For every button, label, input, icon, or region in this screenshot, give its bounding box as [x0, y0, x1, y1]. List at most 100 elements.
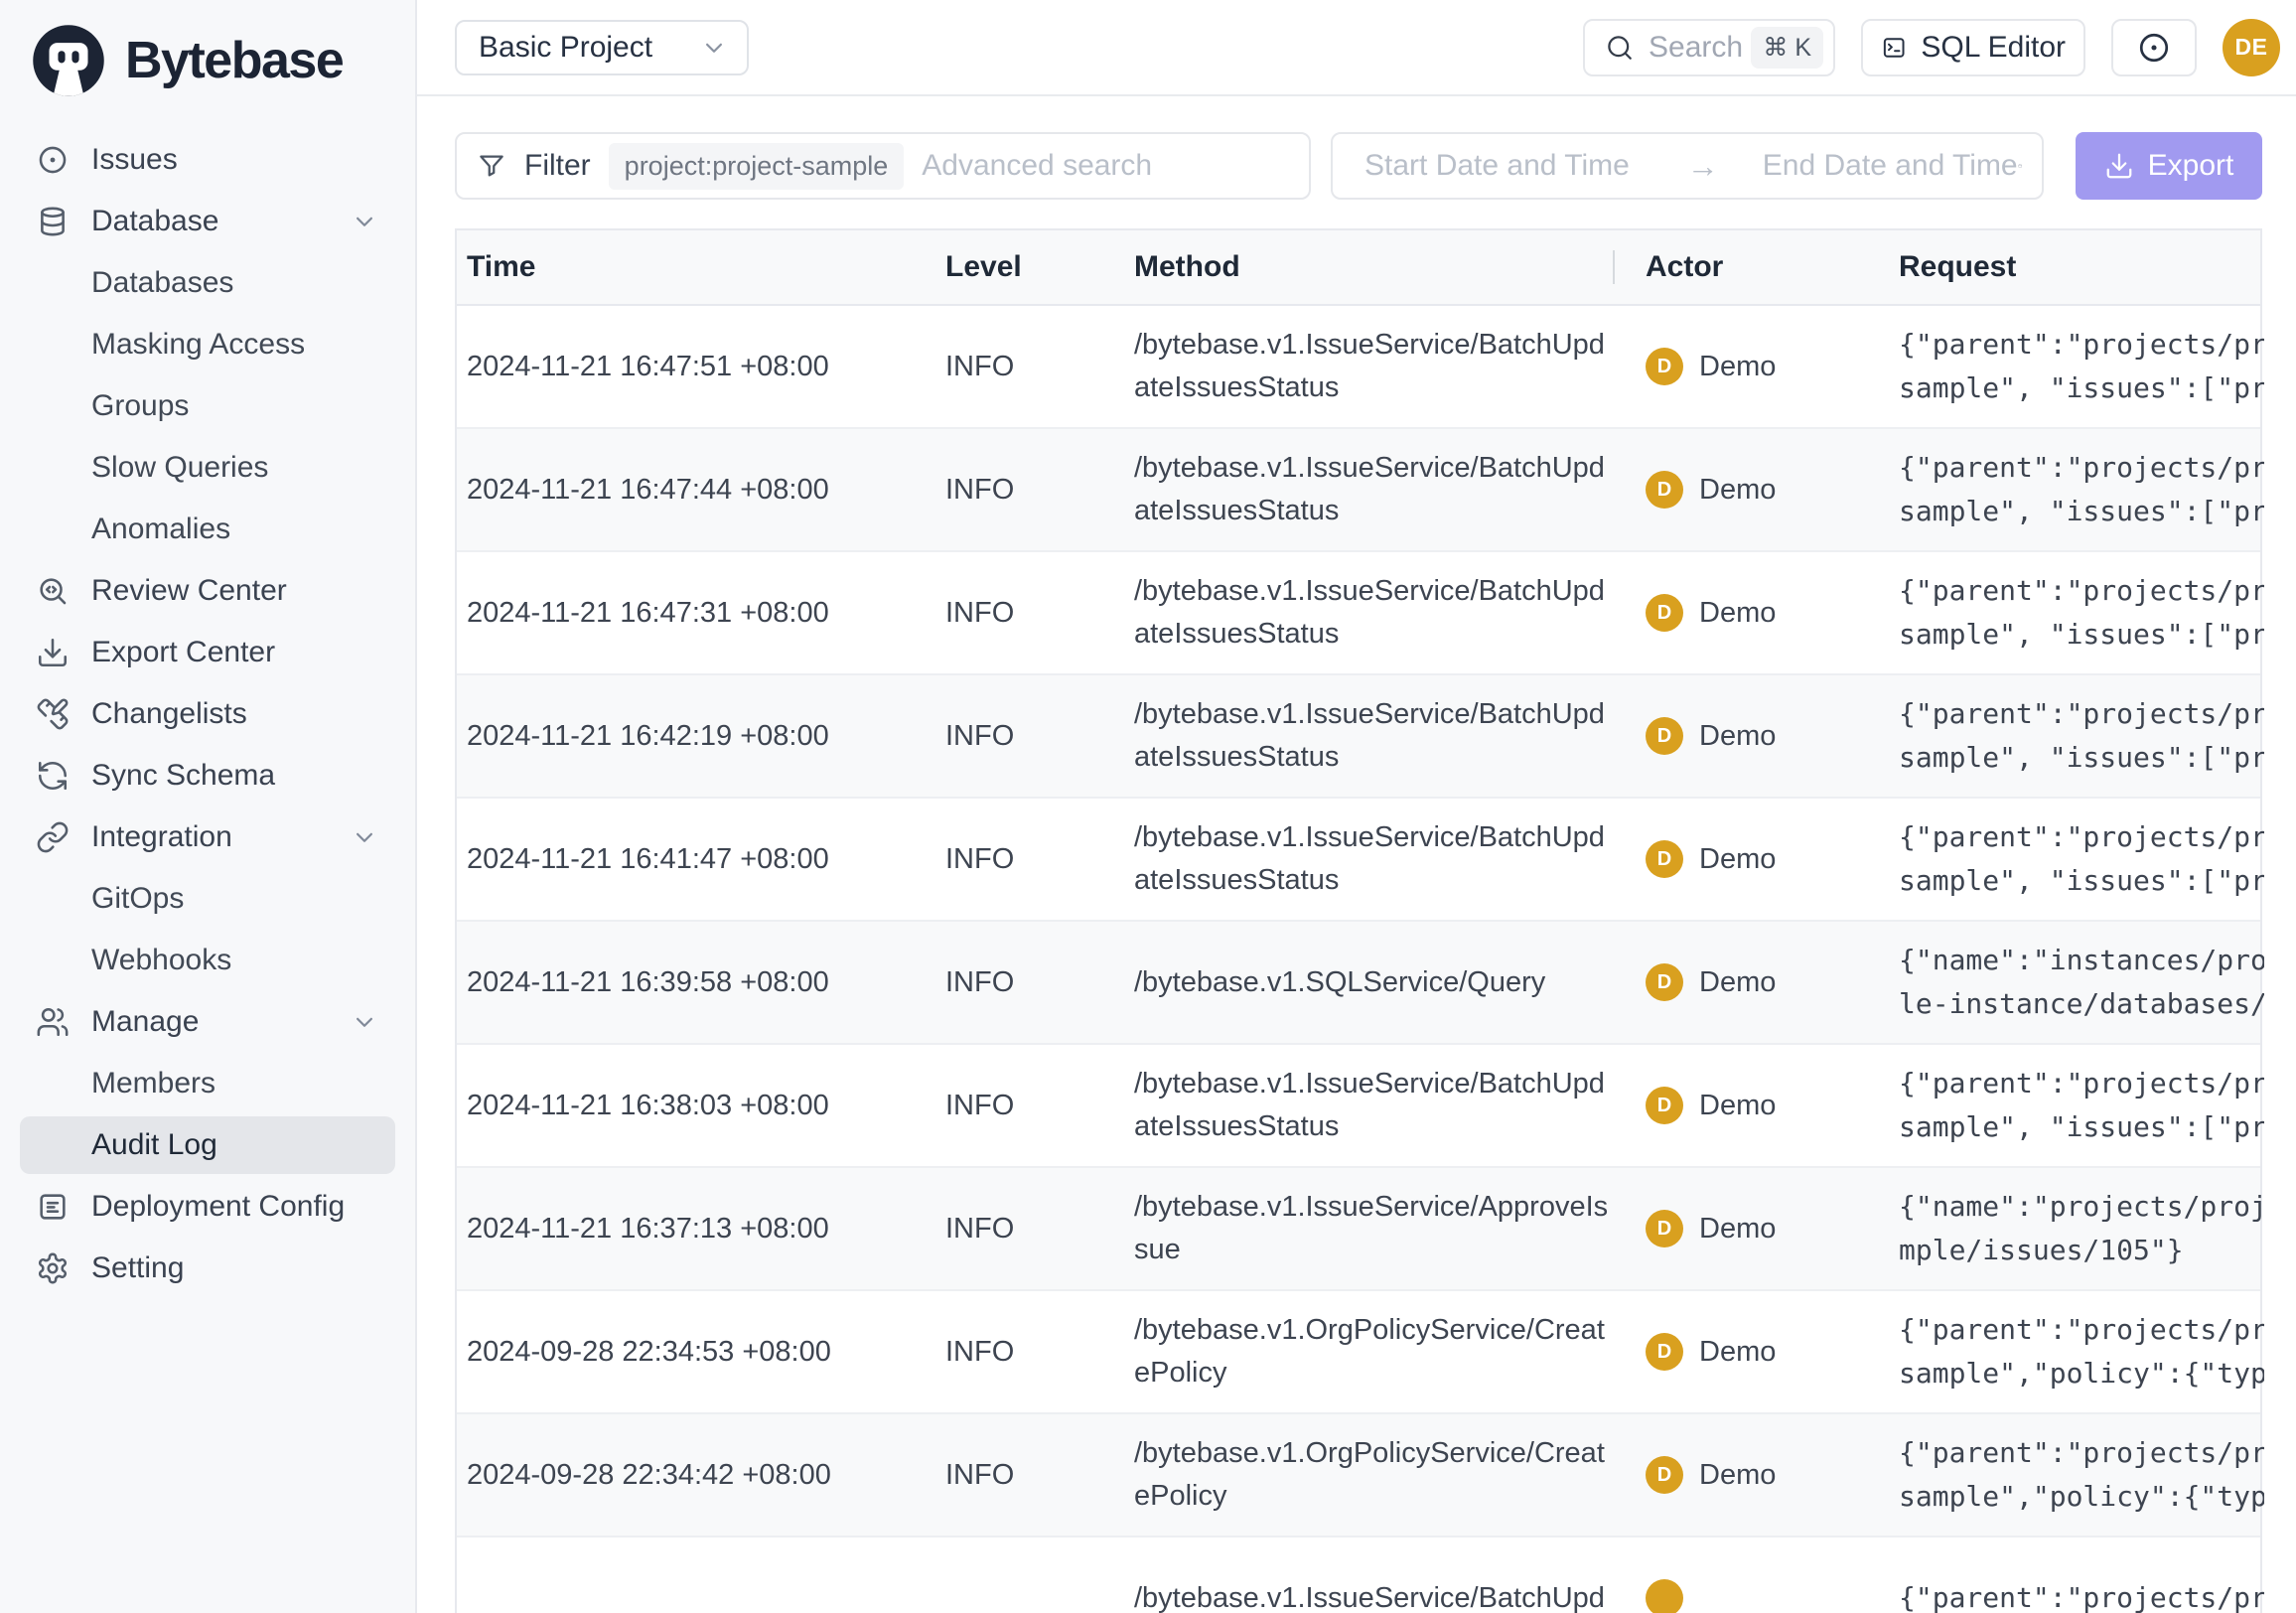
sidebar-item-sync-schema[interactable]: Sync Schema [20, 747, 395, 805]
sidebar-item-database[interactable]: Database [20, 193, 395, 250]
table-row[interactable]: 2024-11-21 16:47:51 +08:00INFO/bytebase.… [457, 306, 2260, 429]
table-row[interactable]: 2024-11-21 16:37:13 +08:00INFO/bytebase.… [457, 1168, 2260, 1291]
cell-time: 2024-11-21 16:42:19 +08:00 [457, 720, 935, 753]
chevron-down-icon [350, 1007, 379, 1037]
method-line: ePolicy [1134, 1475, 1613, 1518]
cell-method: /bytebase.v1.IssueService/BatchUpdateIss… [1124, 693, 1613, 779]
cell-request: {"name":"instances/prole-instance/databa… [1897, 939, 2264, 1026]
sidebar-item-deployment-config[interactable]: Deployment Config [20, 1178, 395, 1236]
table-row[interactable]: 2024-11-21 16:41:47 +08:00INFO/bytebase.… [457, 799, 2260, 922]
request-line: sample","policy":{"typ [1899, 1475, 2264, 1519]
cell-request: {"parent":"projects/pr [1897, 1576, 2264, 1613]
cell-actor: DDemo [1613, 348, 1897, 385]
cell-level: INFO [935, 351, 1124, 383]
sidebar-item-webhooks[interactable]: Webhooks [20, 932, 395, 989]
circle-dot-icon [2136, 30, 2172, 66]
calendar-icon [2018, 150, 2022, 182]
table-row[interactable]: 2024-09-28 22:34:53 +08:00INFO/bytebase.… [457, 1291, 2260, 1414]
sidebar-item-label: Slow Queries [91, 451, 268, 485]
method-line: ateIssuesStatus [1134, 1105, 1613, 1148]
filter-search-input[interactable]: Filter project:project-sample Advanced s… [455, 132, 1311, 200]
cell-request: {"parent":"projects/prsample", "issues":… [1897, 815, 2264, 903]
actor-avatar [1646, 1579, 1683, 1613]
cell-method: /bytebase.v1.IssueService/BatchUpdateIss… [1124, 1063, 1613, 1148]
sidebar-item-gitops[interactable]: GitOps [20, 870, 395, 928]
audit-log-page: Filter project:project-sample Advanced s… [417, 96, 2296, 1613]
bytebase-logo[interactable]: Bytebase [0, 0, 415, 113]
sidebar-item-label: Anomalies [91, 513, 230, 546]
filter-chip-project[interactable]: project:project-sample [609, 143, 905, 190]
table-row[interactable]: /bytebase.v1.IssueService/BatchUpd{"pare… [457, 1538, 2260, 1613]
sidebar-item-label: Deployment Config [91, 1190, 345, 1224]
sidebar-item-export-center[interactable]: Export Center [20, 624, 395, 681]
method-line: ateIssuesStatus [1134, 367, 1613, 409]
sidebar-item-manage[interactable]: Manage [20, 993, 395, 1051]
table-row[interactable]: 2024-11-21 16:39:58 +08:00INFO/bytebase.… [457, 922, 2260, 1045]
sidebar-item-audit-log[interactable]: Audit Log [20, 1116, 395, 1174]
cell-time: 2024-09-28 22:34:53 +08:00 [457, 1336, 935, 1369]
bytebase-logo-icon [30, 22, 107, 99]
table-header: TimeLevelMethodActorRequest [457, 230, 2260, 306]
method-line: /bytebase.v1.OrgPolicyService/Creat [1134, 1432, 1613, 1475]
sidebar-item-members[interactable]: Members [20, 1055, 395, 1112]
table-row[interactable]: 2024-11-21 16:47:44 +08:00INFO/bytebase.… [457, 429, 2260, 552]
topbar-right: Search ⌘ K SQL Editor DE [1583, 19, 2280, 76]
bytebase-app: Bytebase IssuesDatabaseDatabasesMasking … [0, 0, 2296, 1613]
sidebar-item-integration[interactable]: Integration [20, 808, 395, 866]
request-line: {"name":"projects/proj [1899, 1185, 2264, 1229]
sidebar-item-groups[interactable]: Groups [20, 377, 395, 435]
cell-level: INFO [935, 1459, 1124, 1492]
request-line: le-instance/databases/ [1899, 982, 2264, 1026]
user-avatar[interactable]: DE [2223, 19, 2280, 76]
cell-level: INFO [935, 474, 1124, 507]
cell-method: /bytebase.v1.IssueService/BatchUpdateIss… [1124, 570, 1613, 656]
method-line: ateIssuesStatus [1134, 613, 1613, 656]
request-line: sample","policy":{"typ [1899, 1352, 2264, 1395]
sidebar-item-databases[interactable]: Databases [20, 254, 395, 312]
sidebar-item-label: Sync Schema [91, 759, 275, 793]
project-selector[interactable]: Basic Project [455, 20, 749, 75]
method-line: /bytebase.v1.IssueService/BatchUpd [1134, 816, 1613, 859]
export-button[interactable]: Export [2076, 132, 2262, 200]
sidebar-item-issues[interactable]: Issues [20, 131, 395, 189]
cell-request: {"parent":"projects/prsample", "issues":… [1897, 446, 2264, 533]
sidebar-item-anomalies[interactable]: Anomalies [20, 501, 395, 558]
timer-button[interactable] [2111, 19, 2197, 76]
cell-level: INFO [935, 966, 1124, 999]
cell-time: 2024-11-21 16:47:44 +08:00 [457, 474, 935, 507]
cell-actor: DDemo [1613, 594, 1897, 632]
sidebar-item-changelists[interactable]: Changelists [20, 685, 395, 743]
sidebar-item-review-center[interactable]: Review Center [20, 562, 395, 620]
filter-row: Filter project:project-sample Advanced s… [455, 132, 2262, 200]
cell-request: {"parent":"projects/prsample", "issues":… [1897, 323, 2264, 410]
cell-actor [1613, 1579, 1897, 1613]
request-line: {"parent":"projects/pr [1899, 446, 2264, 490]
end-date-placeholder: End Date and Time [1763, 149, 2018, 183]
cell-method: /bytebase.v1.IssueService/BatchUpdateIss… [1124, 324, 1613, 409]
cell-method: /bytebase.v1.IssueService/BatchUpdateIss… [1124, 816, 1613, 902]
cell-actor: DDemo [1613, 471, 1897, 509]
search-button[interactable]: Search ⌘ K [1583, 19, 1835, 76]
sql-editor-button[interactable]: SQL Editor [1861, 19, 2085, 76]
actor-avatar: D [1646, 1456, 1683, 1494]
cell-actor: DDemo [1613, 1333, 1897, 1371]
actor-name: Demo [1699, 351, 1776, 383]
actor-name: Demo [1699, 843, 1776, 876]
sidebar-item-slow-queries[interactable]: Slow Queries [20, 439, 395, 497]
cell-time: 2024-11-21 16:47:51 +08:00 [457, 351, 935, 383]
table-row[interactable]: 2024-11-21 16:42:19 +08:00INFO/bytebase.… [457, 675, 2260, 799]
cell-request: {"parent":"projects/prsample","policy":{… [1897, 1308, 2264, 1395]
cell-request: {"parent":"projects/prsample", "issues":… [1897, 692, 2264, 780]
cell-level: INFO [935, 1090, 1124, 1122]
table-row[interactable]: 2024-11-21 16:38:03 +08:00INFO/bytebase.… [457, 1045, 2260, 1168]
cell-request: {"parent":"projects/prsample","policy":{… [1897, 1431, 2264, 1519]
table-row[interactable]: 2024-09-28 22:34:42 +08:00INFO/bytebase.… [457, 1414, 2260, 1538]
table-row[interactable]: 2024-11-21 16:47:31 +08:00INFO/bytebase.… [457, 552, 2260, 675]
method-line: ateIssuesStatus [1134, 859, 1613, 902]
main-area: Basic Project Search ⌘ K SQL Editor DE [417, 0, 2296, 1613]
sidebar-item-setting[interactable]: Setting [20, 1240, 395, 1297]
cell-time: 2024-11-21 16:41:47 +08:00 [457, 843, 935, 876]
date-range-picker[interactable]: Start Date and Time → End Date and Time [1331, 132, 2044, 200]
cell-actor: DDemo [1613, 1210, 1897, 1247]
sidebar-item-masking-access[interactable]: Masking Access [20, 316, 395, 373]
